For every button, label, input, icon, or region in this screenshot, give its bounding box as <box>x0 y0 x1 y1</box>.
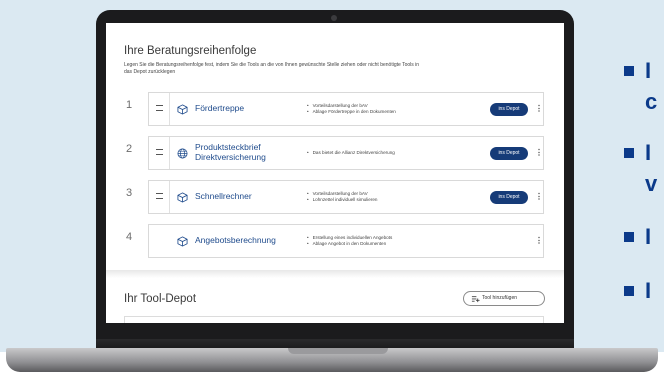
bullet-square <box>624 66 634 76</box>
add-list-icon <box>471 296 480 303</box>
drag-handle-icon[interactable] <box>156 149 163 155</box>
globe-icon <box>177 148 188 159</box>
more-options-icon[interactable]: ⋮ <box>535 147 543 159</box>
tool-card-produktsteckbrief[interactable]: Produktsteckbrief Direktversicherung Das… <box>148 136 544 170</box>
tool-bullets: Das bietet die Allianz Direktversicherun… <box>307 150 395 156</box>
tool-card-angebotsberechnung[interactable]: Angebotsberechnung Erstellung eines indi… <box>148 224 544 258</box>
cropped-bullet-text: c <box>645 89 658 114</box>
cube-icon <box>177 192 188 203</box>
ins-depot-button[interactable]: ins Depot <box>490 147 528 160</box>
laptop-screen: Ihre Beratungsreihenfolge Legen Sie die … <box>106 23 564 323</box>
tool-bullet: Ablage Angebot in den Dokumenten <box>307 241 392 247</box>
ins-depot-button[interactable]: ins Depot <box>490 103 528 116</box>
more-options-icon[interactable]: ⋮ <box>535 235 543 247</box>
tool-name: Produktsteckbrief Direktversicherung <box>195 142 266 162</box>
tool-name: Fördertreppe <box>195 103 245 113</box>
ins-depot-button[interactable]: ins Depot <box>490 191 528 204</box>
bullet-square <box>624 286 634 296</box>
more-options-icon[interactable]: ⋮ <box>535 103 543 115</box>
cube-icon <box>177 236 188 247</box>
cropped-bullet-text: I <box>645 140 652 165</box>
cube-icon <box>177 104 188 115</box>
beratung-title: Ihre Beratungsreihenfolge <box>124 45 257 57</box>
cropped-bullet-text: I <box>645 224 652 249</box>
divider <box>169 181 170 213</box>
tool-name: Schnellrechner <box>195 191 252 201</box>
row-number: 3 <box>126 187 133 199</box>
tool-card-schnellrechner[interactable]: Schnellrechner Vorteilsdarstellung der b… <box>148 180 544 214</box>
laptop-notch <box>288 348 388 354</box>
more-options-icon[interactable]: ⋮ <box>535 191 543 203</box>
cropped-bullet-text: I <box>645 278 652 303</box>
camera-icon <box>331 15 337 21</box>
cropped-bullet-text: I <box>645 58 652 83</box>
beratung-description: Legen Sie die Beratungsreihenfolge fest,… <box>124 62 420 75</box>
tool-bullets: Vorteilsdarstellung der bAV Ablage Förde… <box>307 103 396 115</box>
tool-name-line2: Direktversicherung <box>195 151 266 162</box>
section-divider <box>106 270 564 278</box>
row-number: 4 <box>126 231 133 243</box>
divider <box>169 93 170 125</box>
tool-depot-area[interactable] <box>124 316 544 323</box>
tool-bullet: Lohnzettel individuell simulieren <box>307 197 378 203</box>
bullet-square <box>624 148 634 158</box>
cropped-bullet-text: v <box>645 171 658 196</box>
tool-hinzufuegen-label: Tool hinzufügen <box>482 295 518 301</box>
tool-bullet: Das bietet die Allianz Direktversicherun… <box>307 150 395 156</box>
tool-hinzufuegen-button[interactable]: Tool hinzufügen <box>463 291 545 306</box>
drag-handle-icon[interactable] <box>156 193 163 199</box>
laptop-base <box>6 348 658 372</box>
tool-bullet: Ablage Fördertreppe in den Dokumenten <box>307 109 396 115</box>
drag-handle-icon[interactable] <box>156 105 163 111</box>
row-number: 2 <box>126 143 133 155</box>
tool-bullets: Vorteilsdarstellung der bAV Lohnzettel i… <box>307 191 378 203</box>
depot-title: Ihr Tool-Depot <box>124 293 197 305</box>
laptop-bezel: Ihre Beratungsreihenfolge Legen Sie die … <box>96 10 574 348</box>
divider <box>169 137 170 169</box>
row-number: 1 <box>126 99 133 111</box>
tool-name: Angebotsberechnung <box>195 235 276 245</box>
tool-card-foerdertreppe[interactable]: Fördertreppe Vorteilsdarstellung der bAV… <box>148 92 544 126</box>
tool-bullets: Erstellung eines individuellen Angebots … <box>307 235 393 247</box>
bullet-square <box>624 232 634 242</box>
